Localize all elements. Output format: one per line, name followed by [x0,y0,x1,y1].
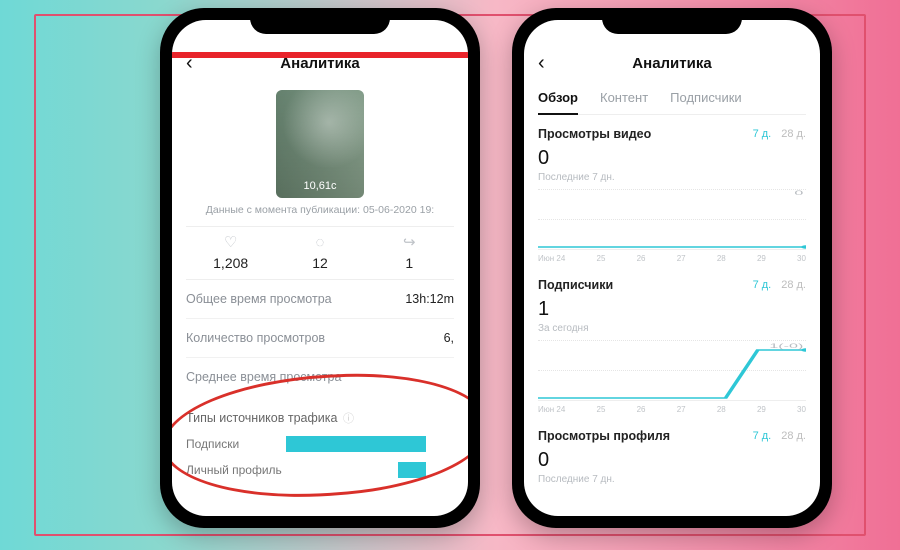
profile-views-value: 0 [538,449,806,472]
tab-content[interactable]: Контент [600,84,648,114]
comment-icon: ◌ [275,235,364,251]
row-value: 13h:12m [405,292,454,306]
video-views-sub: Последние 7 дн. [538,172,806,183]
block-video-views: Просмотры видео 7 д. 28 д. 0 Последние 7… [538,127,806,250]
block-title: Просмотры видео [538,127,743,141]
share-icon: ↪ [365,235,454,251]
range-7d[interactable]: 7 д. [753,430,772,442]
metric-likes: ♡ 1,208 [186,227,275,279]
block-title: Подписчики [538,278,743,292]
block-profile-views: Просмотры профиля 7 д. 28 д. 0 Последние… [538,429,806,485]
row-views: Количество просмотров 6, [186,319,454,358]
row-label: Общее время просмотра [186,292,332,306]
bar-label: Личный профиль [186,463,286,477]
row-label: Среднее время просмотра [186,370,341,384]
likes-value: 1,208 [186,255,275,271]
tab-overview[interactable]: Обзор [538,84,578,115]
app-header: ‹ Аналитика [538,50,806,76]
traffic-bar-profile: Личный профиль [186,462,454,478]
phone-right: ‹ Аналитика Обзор Контент Подписчики Про… [512,8,832,528]
heart-icon: ♡ [186,235,275,251]
comments-value: 12 [275,255,364,271]
metric-comments: ◌ 12 [275,227,364,279]
range-28d[interactable]: 28 д. [781,128,806,140]
followers-sub: За сегодня [538,323,806,334]
phone-left: ‹ Аналитика 10,61с Данные с момента публ… [160,8,480,528]
chart-xaxis: Июн 24252627282930 [538,254,806,263]
row-avg-watch: Среднее время просмотра [186,358,454,396]
thumbnail-duration: 10,61с [303,180,336,192]
metric-shares: ↪ 1 [365,227,454,279]
tab-followers[interactable]: Подписчики [670,84,742,114]
chart-followers: 1(-0) Июн 24252627282930 [538,340,806,401]
shares-value: 1 [365,255,454,271]
bar-fill [286,436,426,452]
device-notch [250,8,390,34]
row-value: 6, [444,331,454,345]
info-icon[interactable]: ⓘ [343,413,354,425]
traffic-heading: Типы источников трафика ⓘ [186,410,454,426]
device-notch [602,8,742,34]
range-7d[interactable]: 7 д. [753,128,772,140]
bar-label: Подписки [186,437,286,451]
traffic-bar-subscriptions: Подписки [186,436,454,452]
range-28d[interactable]: 28 д. [781,279,806,291]
highlight-bar [172,52,468,58]
chart-video-views: 0 Июн 24252627282930 [538,189,806,250]
video-thumbnail[interactable]: 10,61с [276,90,364,198]
svg-text:0: 0 [794,190,803,197]
profile-views-sub: Последние 7 дн. [538,474,806,485]
range-7d[interactable]: 7 д. [753,279,772,291]
bar-fill [398,462,426,478]
video-views-value: 0 [538,147,806,170]
publish-caption: Данные с момента публикации: 05-06-2020 … [186,204,454,216]
row-label: Количество просмотров [186,331,325,345]
range-28d[interactable]: 28 д. [781,430,806,442]
block-followers: Подписчики 7 д. 28 д. 1 За сегодня 1(-0) [538,278,806,401]
followers-value: 1 [538,298,806,321]
page-title: Аналитика [538,55,806,72]
block-title: Просмотры профиля [538,429,743,443]
svg-text:1(-0): 1(-0) [769,343,803,350]
row-total-watch: Общее время просмотра 13h:12m [186,280,454,319]
section-tabs: Обзор Контент Подписчики [538,84,806,115]
chart-xaxis: Июн 24252627282930 [538,405,806,414]
engagement-metrics: ♡ 1,208 ◌ 12 ↪ 1 [186,226,454,280]
